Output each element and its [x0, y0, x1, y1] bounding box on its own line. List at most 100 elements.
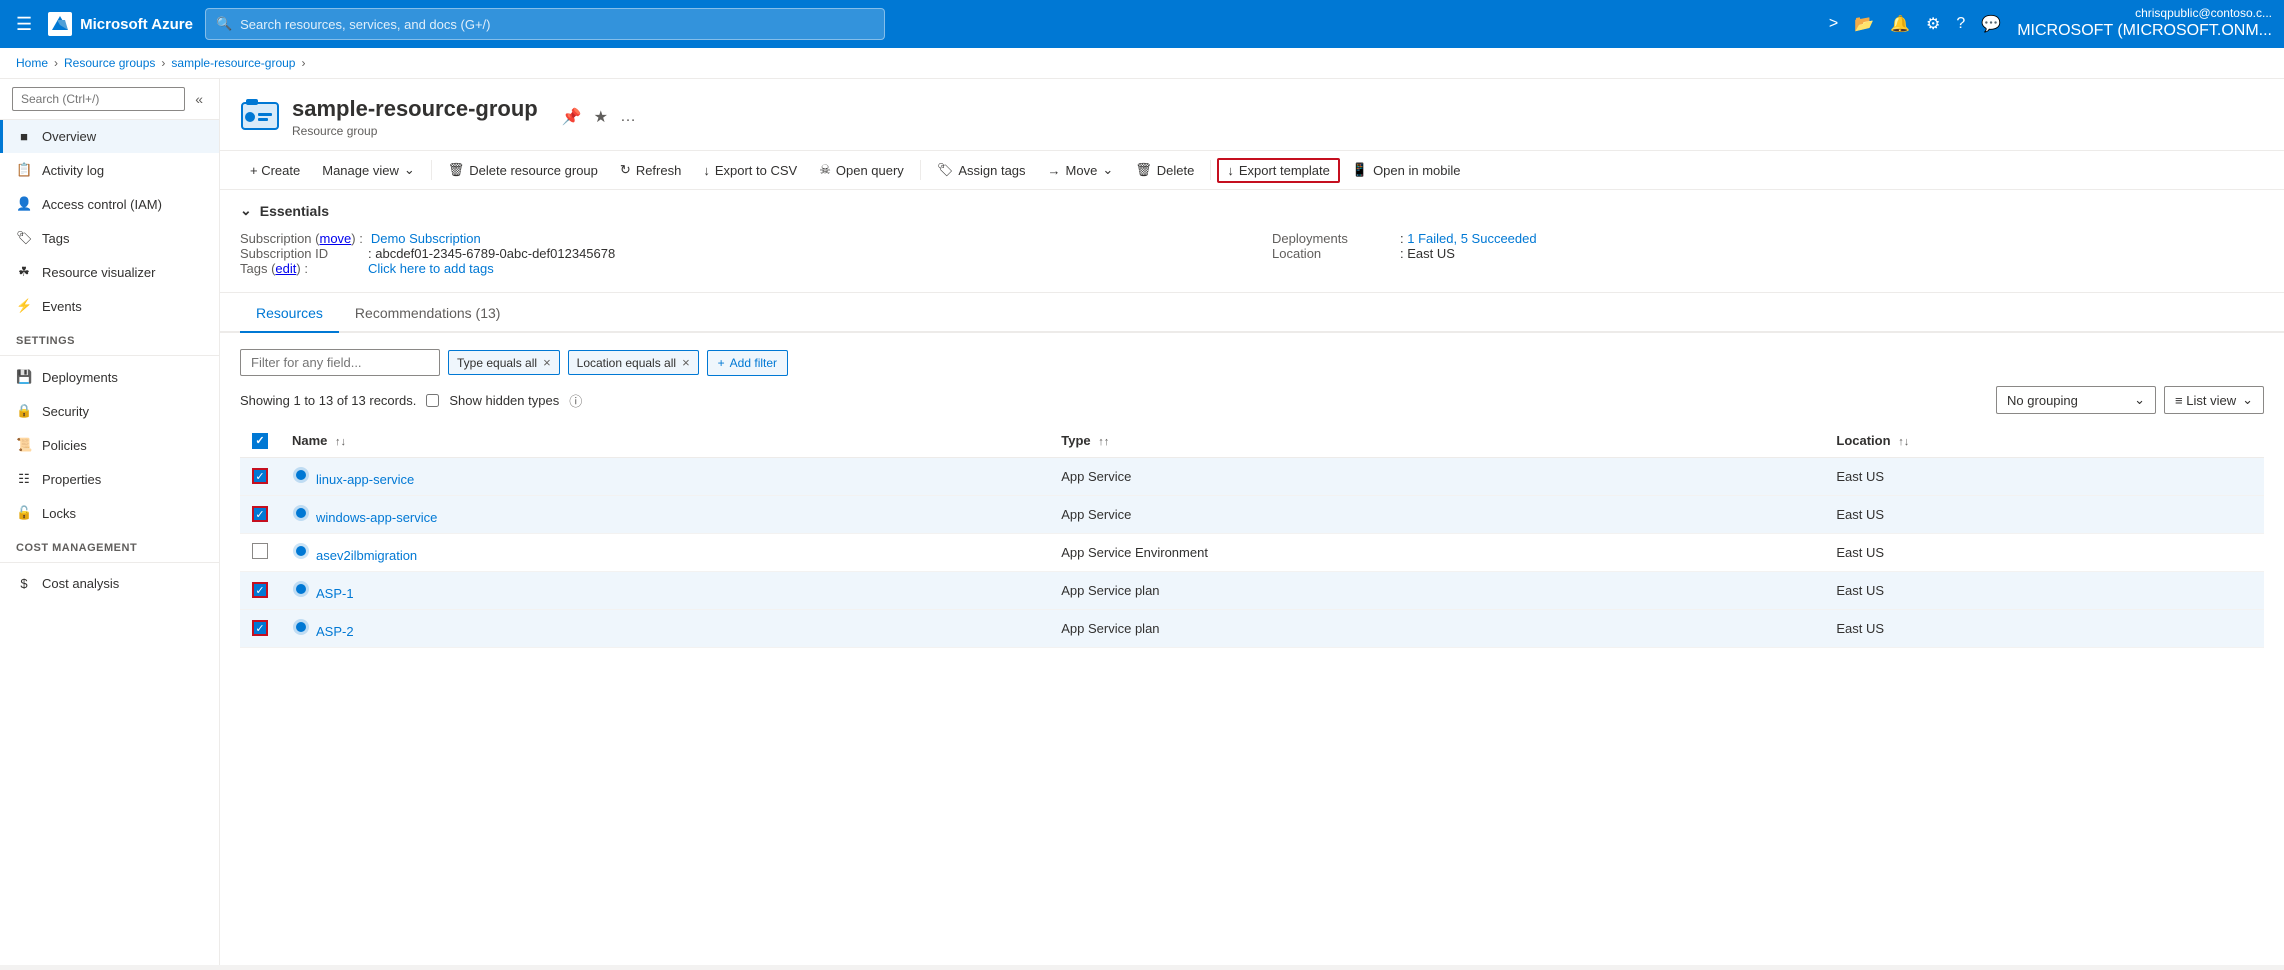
open-query-button[interactable]: ☠ Open query	[809, 157, 914, 183]
sidebar-search-input[interactable]	[12, 87, 185, 111]
location-label: Location	[1272, 246, 1392, 261]
resource-name-link[interactable]: linux-app-service	[316, 472, 414, 487]
sidebar-label-cost-analysis: Cost analysis	[42, 576, 119, 591]
sidebar-item-locks[interactable]: 🔓 Locks	[0, 496, 219, 530]
toolbar-separator-1	[431, 160, 432, 180]
location-filter-remove[interactable]: ×	[682, 355, 690, 370]
breadcrumb-home[interactable]: Home	[16, 56, 48, 70]
delete-rg-button[interactable]: 🗑 Delete resource group	[438, 157, 608, 183]
azure-logo-text: Microsoft Azure	[80, 16, 193, 33]
user-profile[interactable]: chrisqpublic@contoso.c... MICROSOFT (MIC…	[2017, 6, 2272, 42]
row-checkbox[interactable]: ✓	[252, 620, 268, 636]
favorite-button[interactable]: ★	[590, 103, 612, 131]
sidebar-collapse-icon[interactable]: «	[191, 87, 207, 111]
cost-icon: $	[16, 576, 32, 591]
sidebar-item-properties[interactable]: ☷ Properties	[0, 462, 219, 496]
refresh-button[interactable]: ↻ Refresh	[610, 157, 691, 183]
tab-recommendations[interactable]: Recommendations (13)	[339, 293, 517, 333]
settings-divider	[0, 355, 219, 356]
breadcrumb-resource-groups[interactable]: Resource groups	[64, 56, 155, 70]
feedback-icon[interactable]: 💬	[1981, 14, 2001, 34]
cloud-shell-icon[interactable]: >	[1829, 15, 1838, 33]
delete-icon: 🗑	[1135, 162, 1152, 178]
show-hidden-label: Show hidden types	[449, 393, 559, 408]
sidebar-item-deployments[interactable]: 💾 Deployments	[0, 360, 219, 394]
settings-icon[interactable]: ⚙	[1926, 14, 1940, 34]
resource-name-link[interactable]: ASP-1	[316, 586, 354, 601]
sidebar-label-locks: Locks	[42, 506, 76, 521]
cost-section-label: Cost Management	[0, 530, 219, 558]
essentials-chevron: ⌄	[240, 202, 252, 219]
row-checkbox-cell: ✓	[240, 571, 280, 609]
show-hidden-checkbox[interactable]	[426, 394, 439, 407]
resource-name-link[interactable]: ASP-2	[316, 624, 354, 639]
create-button[interactable]: + Create	[240, 158, 310, 183]
subscription-value: Demo Subscription	[371, 231, 481, 246]
subscription-move-link[interactable]: move	[319, 231, 351, 246]
export-template-button[interactable]: ↓ Export template	[1217, 158, 1340, 183]
location-sort-icon[interactable]: ↑↓	[1898, 436, 1909, 448]
select-all-checkbox[interactable]: ✓	[252, 433, 268, 449]
row-checkbox[interactable]: ✓	[252, 582, 268, 598]
pin-button[interactable]: 📌	[558, 103, 586, 131]
export-csv-button[interactable]: ↓ Export to CSV	[693, 158, 807, 183]
subscription-id-label: Subscription ID	[240, 246, 360, 261]
sidebar-item-policies[interactable]: 📜 Policies	[0, 428, 219, 462]
delete-button[interactable]: 🗑 Delete	[1125, 157, 1204, 183]
breadcrumb-current-rg[interactable]: sample-resource-group	[171, 56, 295, 70]
row-name: linux-app-service	[280, 457, 1049, 495]
assign-tags-button[interactable]: 🏷 Assign tags	[927, 157, 1036, 183]
more-button[interactable]: …	[616, 104, 640, 130]
row-checkbox[interactable]: ✓	[252, 468, 268, 484]
add-filter-button[interactable]: + Add filter	[707, 350, 788, 376]
row-checkbox[interactable]	[252, 543, 268, 559]
essentials-header[interactable]: ⌄ Essentials	[240, 202, 2264, 219]
sidebar-item-events[interactable]: ⚡ Events	[0, 289, 219, 323]
resource-type-icon	[292, 618, 310, 636]
th-type-label: Type	[1061, 433, 1090, 448]
directory-icon[interactable]: 📂	[1854, 14, 1874, 34]
move-button[interactable]: → Move ⌄	[1038, 157, 1124, 183]
user-tenant: MICROSOFT (MICROSOFT.ONM...	[2017, 21, 2272, 42]
sidebar-item-overview[interactable]: ■ Overview	[0, 120, 219, 153]
row-name: ASP-1	[280, 571, 1049, 609]
grouping-dropdown[interactable]: No grouping ⌄	[1996, 386, 2156, 414]
tags-edit-link[interactable]: edit	[275, 261, 296, 276]
type-sort-icon[interactable]: ↑↑	[1098, 436, 1109, 448]
th-checkbox-cell: ✓	[240, 424, 280, 457]
resource-name-link[interactable]: windows-app-service	[316, 510, 437, 525]
rg-icon	[240, 95, 280, 138]
sidebar-item-cost-analysis[interactable]: $ Cost analysis	[0, 567, 219, 600]
table-row: ✓ linux-app-serviceApp ServiceEast US	[240, 457, 2264, 495]
manage-view-button[interactable]: Manage view ⌄	[312, 157, 425, 183]
notifications-icon[interactable]: 🔔	[1890, 14, 1910, 34]
sidebar-label-iam: Access control (IAM)	[42, 197, 162, 212]
row-type: App Service	[1049, 457, 1824, 495]
open-mobile-button[interactable]: 📱 Open in mobile	[1342, 157, 1471, 183]
list-view-dropdown[interactable]: ≡ List view ⌄	[2164, 386, 2264, 414]
sidebar-item-tags[interactable]: 🏷 Tags	[0, 221, 219, 255]
name-sort-icon[interactable]: ↑↓	[335, 436, 346, 448]
manage-view-chevron: ⌄	[404, 162, 415, 178]
menu-icon[interactable]: ☰	[12, 10, 36, 39]
tab-resources[interactable]: Resources	[240, 293, 339, 333]
resource-name-link[interactable]: asev2ilbmigration	[316, 548, 417, 563]
global-search[interactable]: 🔍 Search resources, services, and docs (…	[205, 8, 885, 40]
resources-table: ✓ Name ↑↓ Type ↑↑ Location ↑↓	[240, 424, 2264, 648]
sidebar-item-activity-log[interactable]: 📋 Activity log	[0, 153, 219, 187]
tags-add-link[interactable]: Click here to add tags	[368, 261, 494, 276]
breadcrumb: Home › Resource groups › sample-resource…	[0, 48, 2284, 79]
sidebar-item-resource-visualizer[interactable]: ☘ Resource visualizer	[0, 255, 219, 289]
row-checkbox[interactable]: ✓	[252, 506, 268, 522]
deployments-link[interactable]: 1 Failed, 5 Succeeded	[1407, 231, 1536, 246]
sidebar-item-iam[interactable]: 👤 Access control (IAM)	[0, 187, 219, 221]
help-icon[interactable]: ?	[1956, 15, 1965, 33]
row-type: App Service	[1049, 495, 1824, 533]
show-hidden-info-icon[interactable]: ⓘ	[569, 391, 582, 410]
filter-input[interactable]	[240, 349, 440, 376]
subscription-link[interactable]: Demo Subscription	[371, 231, 481, 246]
export-csv-icon: ↓	[703, 163, 710, 178]
type-filter-remove[interactable]: ×	[543, 355, 551, 370]
grouping-label: No grouping	[2007, 393, 2078, 408]
sidebar-item-security[interactable]: 🔒 Security	[0, 394, 219, 428]
